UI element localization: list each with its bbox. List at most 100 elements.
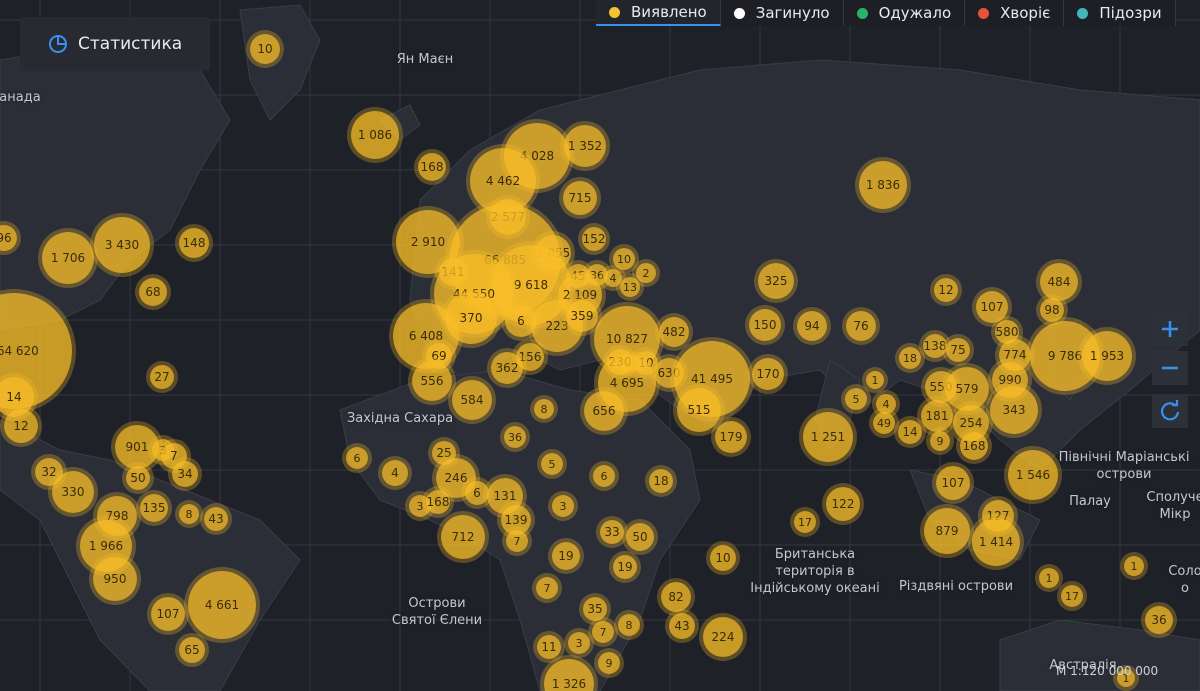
case-bubble[interactable]: 6 (465, 481, 489, 505)
case-bubble[interactable]: 138 (923, 334, 947, 358)
case-bubble[interactable]: 1 953 (1082, 331, 1132, 381)
case-bubble[interactable]: 75 (946, 338, 970, 362)
case-bubble[interactable]: 1 706 (42, 232, 94, 284)
case-bubble[interactable]: 515 (677, 388, 721, 432)
case-bubble[interactable]: 49 (873, 412, 895, 434)
case-bubble[interactable]: 36 (1145, 606, 1173, 634)
legend-tab-suspected[interactable]: Підозри (1064, 0, 1176, 26)
case-bubble[interactable]: 18 (899, 347, 921, 369)
case-bubble[interactable]: 76 (846, 311, 876, 341)
case-bubble[interactable]: 1 251 (803, 412, 853, 462)
case-bubble[interactable]: 10 (710, 545, 736, 571)
case-bubble[interactable]: 1 836 (859, 161, 907, 209)
case-bubble[interactable]: 8 (534, 399, 554, 419)
case-bubble[interactable]: 19 (552, 542, 580, 570)
reset-view-button[interactable] (1152, 394, 1188, 428)
case-bubble[interactable]: 4 (382, 460, 408, 486)
case-bubble[interactable]: 98 (1040, 298, 1064, 322)
case-bubble[interactable]: 7 (506, 530, 528, 552)
case-bubble[interactable]: 13 (620, 277, 640, 297)
case-bubble[interactable]: 9 (930, 431, 950, 451)
case-bubble[interactable]: 1 (866, 371, 884, 389)
case-bubble[interactable]: 4 661 (188, 571, 256, 639)
zoom-out-button[interactable] (1152, 351, 1188, 385)
case-bubble[interactable]: 325 (758, 263, 794, 299)
case-bubble[interactable]: 170 (752, 358, 784, 390)
case-bubble[interactable]: 10 (250, 34, 280, 64)
case-bubble[interactable]: 82 (661, 582, 691, 612)
case-bubble[interactable]: 712 (441, 515, 485, 559)
case-bubble[interactable]: 362 (491, 352, 523, 384)
case-bubble[interactable]: 181 (921, 400, 953, 432)
case-bubble[interactable]: 135 (140, 494, 168, 522)
legend-tab-sick[interactable]: Хворіє (965, 0, 1065, 26)
case-bubble[interactable]: 35 (583, 597, 607, 621)
zoom-in-button[interactable] (1152, 312, 1188, 346)
case-bubble[interactable]: 656 (584, 391, 624, 431)
case-bubble[interactable]: 50 (626, 523, 654, 551)
case-bubble[interactable]: 34 (172, 461, 198, 487)
case-bubble[interactable]: 1 (1039, 568, 1059, 588)
case-bubble[interactable]: 482 (659, 317, 689, 347)
case-bubble[interactable]: 484 (1040, 263, 1078, 301)
case-bubble[interactable]: 12 (4, 409, 38, 443)
case-bubble[interactable]: 330 (52, 471, 94, 513)
case-bubble[interactable]: 107 (936, 466, 970, 500)
case-bubble[interactable]: 107 (976, 291, 1008, 323)
case-bubble[interactable]: 556 (412, 361, 452, 401)
case-bubble[interactable]: 879 (924, 508, 970, 554)
case-bubble[interactable]: 19 (613, 555, 637, 579)
legend-tab-deaths[interactable]: Загинуло (720, 0, 844, 26)
case-bubble[interactable]: 107 (151, 597, 185, 631)
case-bubble[interactable]: 5 (541, 453, 563, 475)
case-bubble[interactable]: 14 (898, 420, 922, 444)
case-bubble[interactable]: 65 (179, 637, 205, 663)
case-bubble[interactable]: 18 (649, 469, 673, 493)
case-bubble[interactable]: 8 (179, 504, 199, 524)
case-bubble[interactable]: 343 (990, 386, 1038, 434)
case-bubble[interactable]: 17 (794, 511, 816, 533)
legend-tab-recovered[interactable]: Одужало (843, 0, 966, 26)
case-bubble[interactable]: 7 (536, 577, 558, 599)
case-bubble[interactable]: 8 (618, 614, 640, 636)
case-bubble[interactable]: 50 (126, 466, 150, 490)
case-bubble[interactable]: 3 (552, 495, 574, 517)
case-bubble[interactable]: 168 (418, 153, 446, 181)
legend-tab-detected[interactable]: Виявлено (596, 0, 721, 26)
case-bubble[interactable]: 224 (703, 617, 743, 657)
case-bubble[interactable]: 43 (204, 507, 228, 531)
case-bubble[interactable]: 1 414 (972, 518, 1020, 566)
case-bubble[interactable]: 4 (876, 394, 896, 414)
case-bubble[interactable]: 359 (566, 300, 598, 332)
case-bubble[interactable]: 168 (960, 432, 988, 460)
case-bubble[interactable]: 12 (934, 278, 958, 302)
case-bubble[interactable]: 168 (426, 490, 450, 514)
case-bubble[interactable]: 1 546 (1008, 450, 1058, 500)
case-bubble[interactable]: 3 430 (94, 217, 150, 273)
case-bubble[interactable]: 1 352 (564, 125, 606, 167)
case-bubble[interactable]: 715 (563, 181, 597, 215)
case-bubble[interactable]: 94 (797, 311, 827, 341)
case-bubble[interactable]: 36 (504, 426, 526, 448)
case-bubble[interactable]: 17 (1061, 585, 1083, 607)
case-bubble[interactable]: 68 (139, 278, 167, 306)
case-bubble[interactable]: 152 (582, 227, 606, 251)
case-bubble[interactable]: 7 (592, 621, 614, 643)
case-bubble[interactable]: 33 (600, 520, 624, 544)
case-bubble[interactable]: 3 (568, 632, 590, 654)
case-bubble[interactable]: 5 (845, 388, 867, 410)
case-bubble[interactable]: 27 (150, 365, 174, 389)
case-bubble[interactable]: 2 (636, 263, 656, 283)
case-bubble[interactable]: 9 (598, 652, 620, 674)
statistics-button[interactable]: Статистика (20, 17, 210, 71)
world-map[interactable]: Ян Маєн анада Західна Сахара Острови Святої… (0, 0, 1200, 691)
case-bubble[interactable]: 950 (93, 557, 137, 601)
case-bubble[interactable]: 584 (452, 380, 492, 420)
case-bubble[interactable]: 43 (669, 613, 695, 639)
case-bubble[interactable]: 1 086 (351, 111, 399, 159)
case-bubble[interactable]: 10 (613, 248, 635, 270)
case-bubble[interactable]: 1 (1124, 556, 1144, 576)
case-bubble[interactable]: 6 (593, 465, 615, 487)
case-bubble[interactable]: 148 (179, 228, 209, 258)
case-bubble[interactable]: 122 (826, 487, 860, 521)
